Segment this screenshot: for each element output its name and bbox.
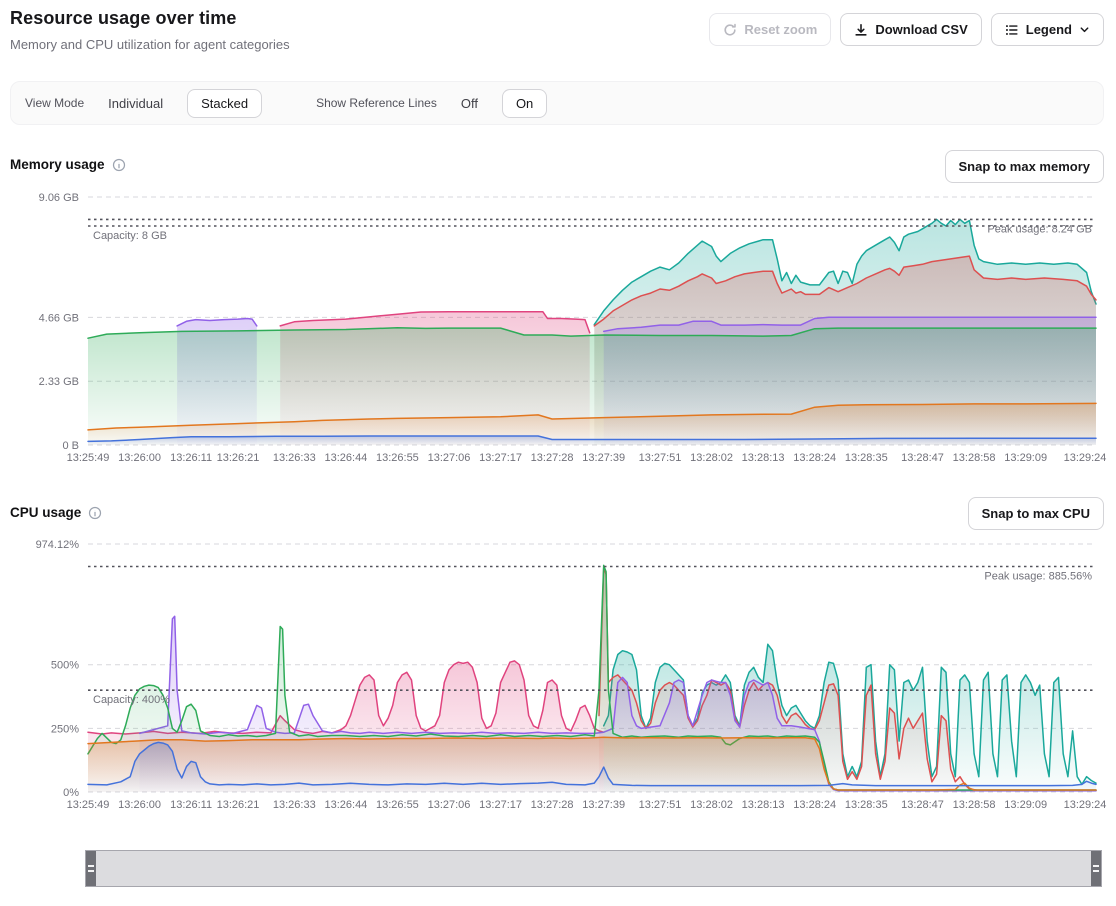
x-axis-tick-label: 13:26:44 (324, 799, 367, 811)
brush-handle-right[interactable] (1091, 851, 1101, 886)
reference-line-label: Peak usage: 8.24 GB (987, 223, 1092, 235)
x-axis-tick-label: 13:26:11 (170, 452, 212, 464)
brush-handle-left[interactable] (86, 851, 96, 886)
x-axis-tick-label: 13:26:11 (170, 799, 212, 811)
x-axis-tick-label: 13:29:24 (1064, 799, 1107, 811)
x-axis-tick-label: 13:28:35 (845, 799, 888, 811)
cpu-section-header: CPU usage (10, 505, 102, 520)
brush-grip (1093, 870, 1099, 872)
brush-grip (88, 870, 94, 872)
x-axis-tick-label: 13:26:33 (273, 799, 316, 811)
reference-line-label: Peak usage: 885.56% (984, 571, 1092, 583)
x-axis-tick-label: 13:29:09 (1004, 799, 1047, 811)
x-axis-tick-label: 13:26:21 (217, 452, 260, 464)
x-axis-tick-label: 13:27:39 (582, 452, 625, 464)
x-axis-tick-label: 13:26:21 (217, 799, 260, 811)
x-axis-tick-label: 13:26:55 (376, 799, 419, 811)
x-axis-tick-label: 13:26:33 (273, 452, 316, 464)
x-axis-tick-label: 13:28:58 (953, 799, 996, 811)
reference-lines-off[interactable]: Off (451, 90, 488, 117)
x-axis-tick-label: 13:25:49 (67, 452, 110, 464)
x-axis-tick-label: 13:26:00 (118, 452, 161, 464)
x-axis-tick-label: 13:28:02 (690, 799, 733, 811)
brush-grip (1093, 865, 1099, 867)
x-axis-tick-label: 13:29:09 (1004, 452, 1047, 464)
x-axis-tick-label: 13:28:02 (690, 452, 733, 464)
view-mode-individual[interactable]: Individual (98, 90, 173, 117)
x-axis-tick-label: 13:26:44 (324, 452, 367, 464)
view-mode-label: View Mode (25, 96, 84, 110)
x-axis-tick-label: 13:27:51 (639, 452, 682, 464)
show-reference-lines-label: Show Reference Lines (316, 96, 437, 110)
info-icon[interactable] (112, 158, 126, 172)
y-axis-tick-label: 2.33 GB (39, 376, 79, 388)
x-axis-tick-label: 13:25:49 (67, 799, 110, 811)
y-axis-tick-label: 974.12% (36, 539, 80, 551)
x-axis-tick-label: 13:28:47 (901, 452, 944, 464)
y-axis-tick-label: 250% (51, 723, 79, 735)
list-icon (1005, 23, 1019, 37)
x-axis-tick-label: 13:28:47 (901, 799, 944, 811)
y-axis-tick-label: 0 B (62, 440, 79, 452)
reference-line-label: Capacity: 8 GB (93, 230, 167, 242)
x-axis-tick-label: 13:28:35 (845, 452, 888, 464)
y-axis-tick-label: 9.06 GB (39, 192, 79, 204)
legend-button[interactable]: Legend (991, 13, 1104, 46)
x-axis-tick-label: 13:28:13 (742, 799, 785, 811)
memory-section-header: Memory usage (10, 157, 126, 172)
x-axis-tick-label: 13:27:17 (479, 799, 522, 811)
page-title: Resource usage over time (10, 8, 237, 29)
x-axis-tick-label: 13:29:24 (1064, 452, 1107, 464)
x-axis-tick-label: 13:28:24 (793, 799, 836, 811)
reference-lines-on[interactable]: On (502, 89, 547, 118)
cpu-section-title: CPU usage (10, 505, 81, 520)
x-axis-tick-label: 13:28:58 (953, 452, 996, 464)
snap-to-max-memory-button[interactable]: Snap to max memory (945, 150, 1105, 183)
reference-line-label: Capacity: 400% (93, 694, 170, 706)
cpu-usage-chart[interactable]: 974.12% 500% 250% 0%13:25:49 13:26:00 13:26:1… (0, 535, 1116, 817)
x-axis-tick-label: 13:27:51 (639, 799, 682, 811)
x-axis-tick-label: 13:27:28 (531, 799, 574, 811)
view-options-toolbar: View Mode Individual Stacked Show Refere… (10, 81, 1104, 125)
reset-zoom-button[interactable]: Reset zoom (709, 13, 831, 46)
x-axis-tick-label: 13:26:55 (376, 452, 419, 464)
time-range-brush[interactable] (85, 850, 1102, 887)
x-axis-tick-label: 13:27:06 (428, 452, 471, 464)
x-axis-tick-label: 13:27:28 (531, 452, 574, 464)
x-axis-tick-label: 13:27:17 (479, 452, 522, 464)
brush-track[interactable] (96, 851, 1091, 886)
header-actions: Reset zoom Download CSV Legend (709, 13, 1104, 46)
download-icon (854, 23, 868, 37)
x-axis-tick-label: 13:27:06 (428, 799, 471, 811)
y-axis-tick-label: 0% (63, 787, 79, 799)
x-axis-tick-label: 13:26:00 (118, 799, 161, 811)
y-axis-tick-label: 4.66 GB (39, 312, 79, 324)
refresh-icon (723, 23, 737, 37)
y-axis-tick-label: 500% (51, 660, 79, 672)
info-icon[interactable] (88, 506, 102, 520)
brush-grip (88, 865, 94, 867)
page-subtitle: Memory and CPU utilization for agent cat… (10, 37, 290, 52)
x-axis-tick-label: 13:27:39 (582, 799, 625, 811)
memory-section-title: Memory usage (10, 157, 105, 172)
memory-usage-chart[interactable]: 9.06 GB 4.66 GB 2.33 GB 0 B13:25:49 13:26:00… (0, 188, 1116, 470)
x-axis-tick-label: 13:28:24 (793, 452, 836, 464)
chevron-down-icon (1079, 24, 1090, 35)
x-axis-tick-label: 13:28:13 (742, 452, 785, 464)
snap-to-max-cpu-button[interactable]: Snap to max CPU (968, 497, 1104, 530)
download-csv-button[interactable]: Download CSV (840, 13, 981, 46)
view-mode-stacked[interactable]: Stacked (187, 89, 262, 118)
